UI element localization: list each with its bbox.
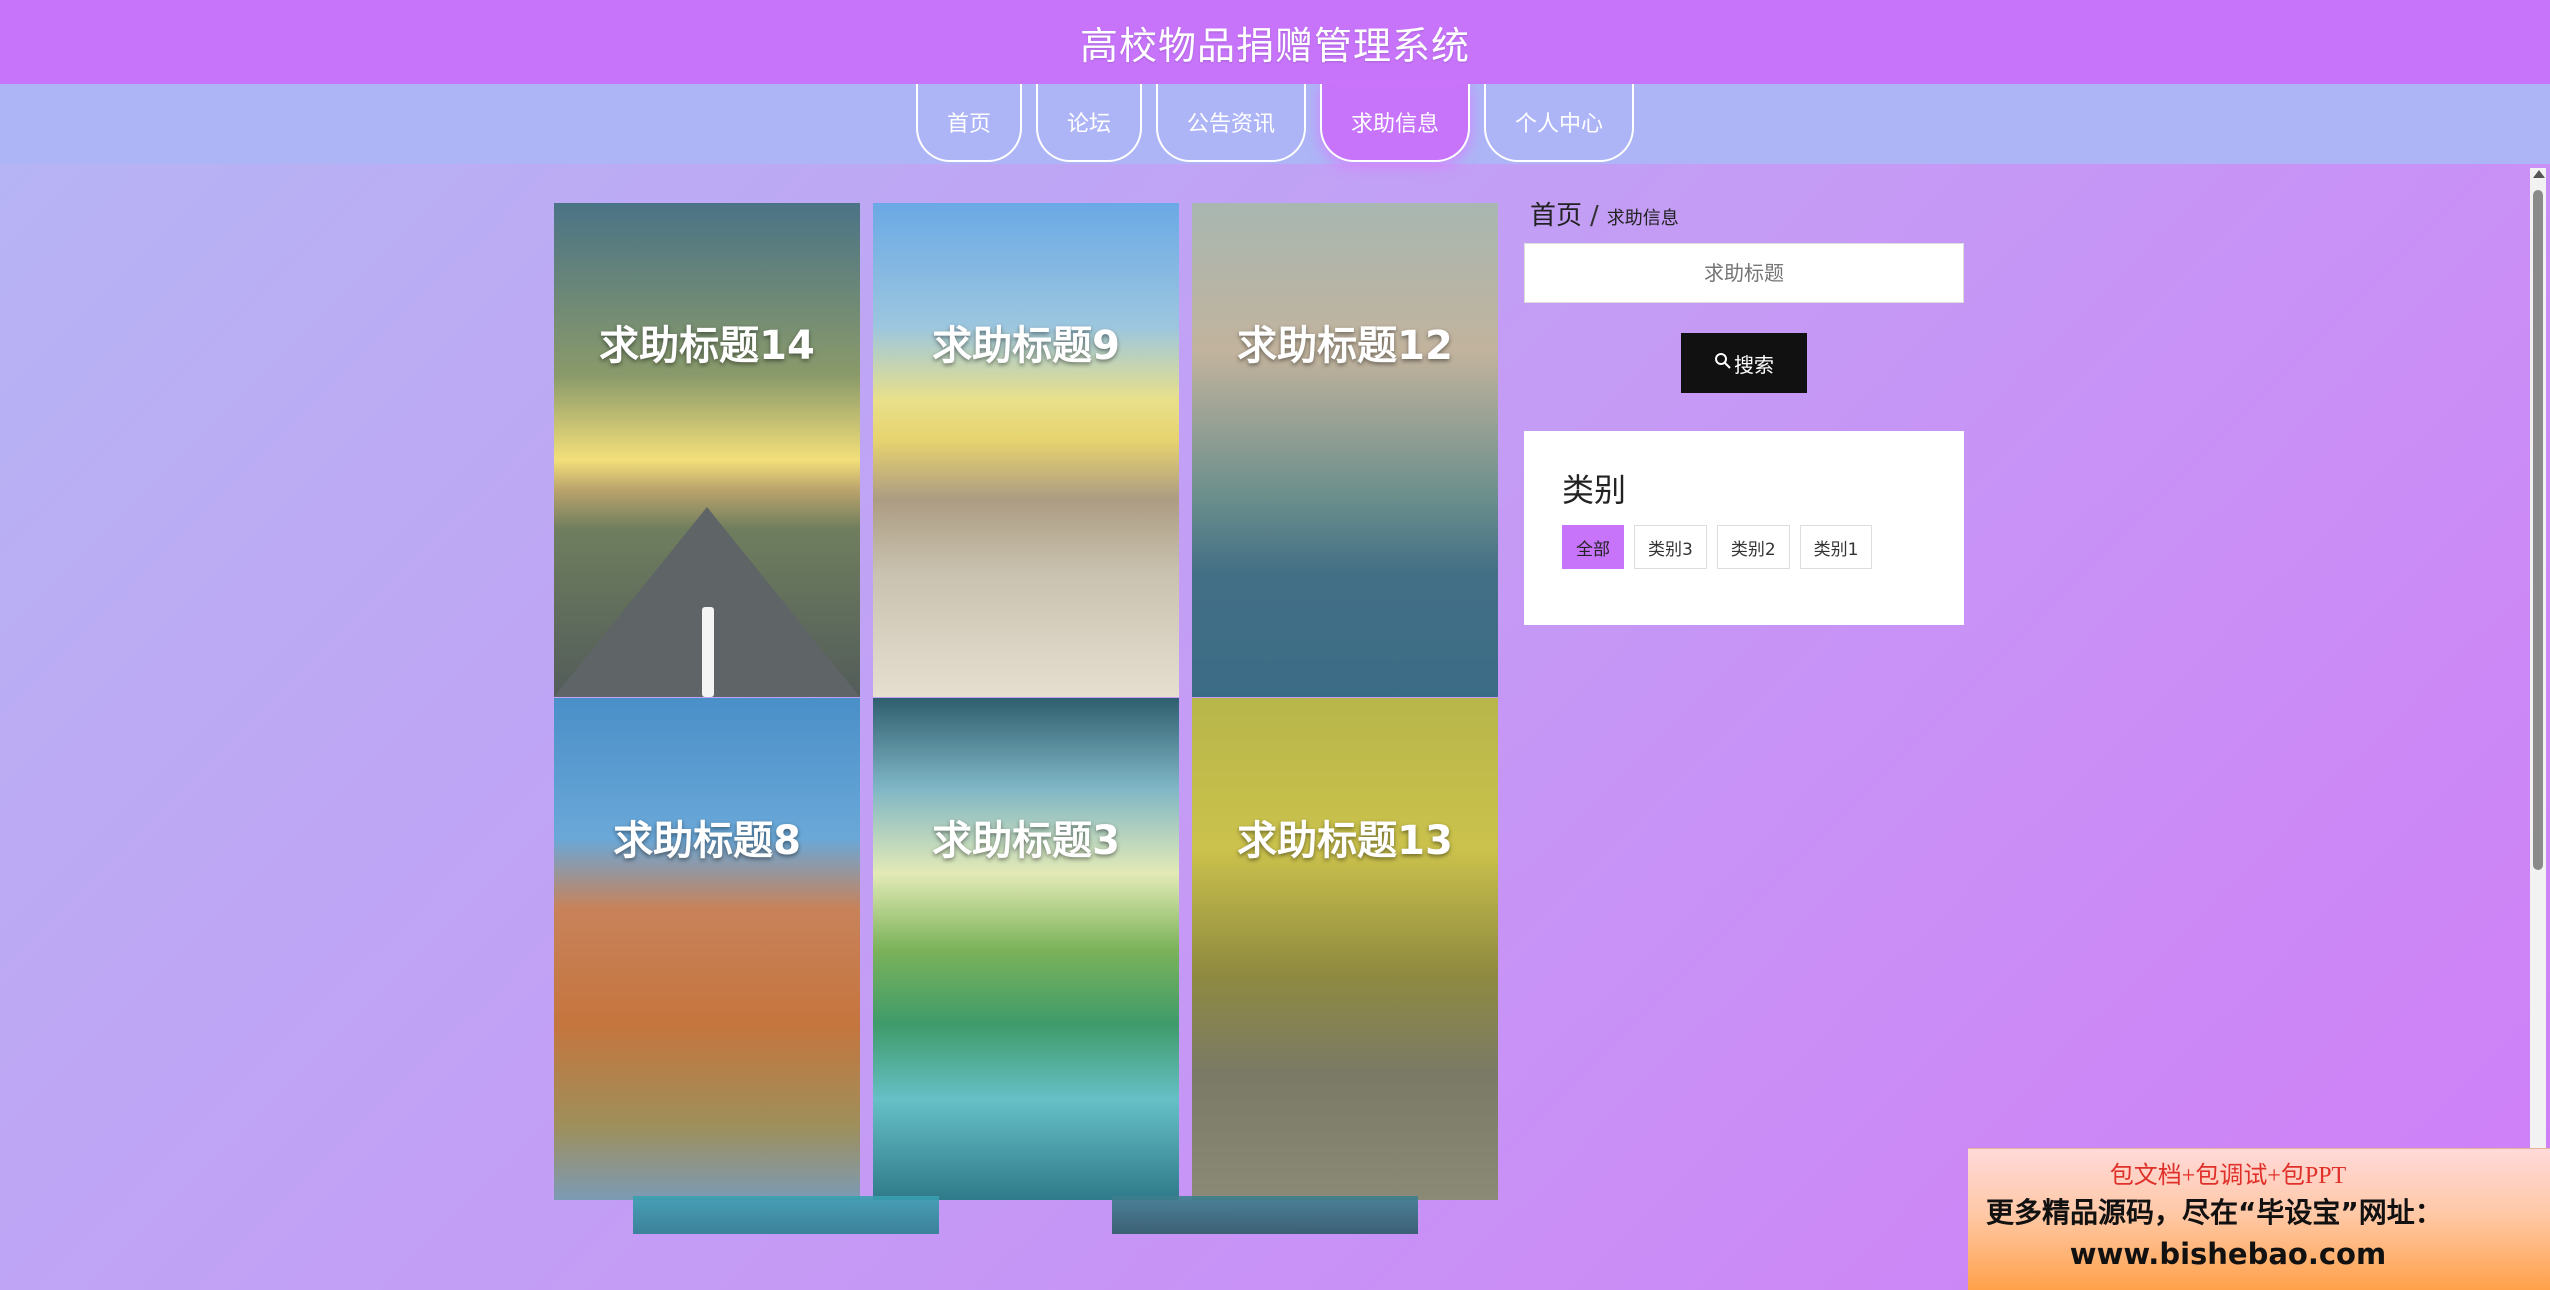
help-card[interactable]: 求助标题3 <box>873 698 1179 1200</box>
card-title: 求助标题9 <box>932 323 1120 369</box>
nav-item-help-info[interactable]: 求助信息 <box>1320 84 1470 162</box>
breadcrumb-home[interactable]: 首页 <box>1530 195 1582 232</box>
breadcrumb: 首页 / 求助信息 <box>1530 195 1679 232</box>
help-card[interactable]: 求助标题13 <box>1192 698 1498 1200</box>
promo-banner: 包文档+包调试+包PPT 更多精品源码，尽在“毕设宝”网址： www.bishe… <box>1968 1148 2550 1290</box>
category-chip-all[interactable]: 全部 <box>1562 525 1624 569</box>
card-title: 求助标题12 <box>1237 323 1453 369</box>
nav-item-profile[interactable]: 个人中心 <box>1484 84 1634 162</box>
scroll-up-arrow-icon[interactable] <box>2533 170 2545 178</box>
nav-item-announcements[interactable]: 公告资讯 <box>1156 84 1306 162</box>
breadcrumb-current: 求助信息 <box>1606 208 1679 229</box>
search-button[interactable]: 搜索 <box>1681 333 1807 393</box>
help-card[interactable]: 求助标题8 <box>554 698 860 1200</box>
nav-item-forum[interactable]: 论坛 <box>1036 84 1142 162</box>
search-button-label: 搜索 <box>1734 354 1774 377</box>
category-list: 全部 类别3 类别2 类别1 <box>1562 525 1926 569</box>
category-chip-3[interactable]: 类别3 <box>1634 525 1707 569</box>
category-title: 类别 <box>1562 471 1627 509</box>
search-input[interactable] <box>1524 243 1964 303</box>
site-title: 高校物品捐赠管理系统 <box>1079 23 1470 68</box>
main-nav: 首页 论坛 公告资讯 求助信息 个人中心 <box>0 84 2550 164</box>
scrollbar-thumb[interactable] <box>2533 190 2543 870</box>
header-bar: 高校物品捐赠管理系统 <box>0 0 2550 84</box>
card-image-road-line <box>702 607 714 697</box>
promo-line-1: 包文档+包调试+包PPT <box>2109 1163 2347 1189</box>
category-panel: 类别 全部 类别3 类别2 类别1 <box>1524 431 1964 625</box>
nav-item-home[interactable]: 首页 <box>916 84 1022 162</box>
promo-line-2: 更多精品源码，尽在“毕设宝”网址： <box>1986 1196 2443 1229</box>
promo-url[interactable]: www.bishebao.com <box>1968 1237 2488 1271</box>
help-card[interactable]: 求助标题12 <box>1192 203 1498 697</box>
card-title: 求助标题14 <box>599 323 815 369</box>
card-partial[interactable] <box>633 1196 939 1234</box>
card-title: 求助标题8 <box>613 818 801 864</box>
card-partial[interactable] <box>1112 1196 1418 1234</box>
card-title: 求助标题3 <box>932 818 1120 864</box>
category-chip-2[interactable]: 类别2 <box>1716 525 1790 569</box>
breadcrumb-separator: / <box>1590 201 1599 231</box>
category-chip-1[interactable]: 类别1 <box>1799 525 1873 569</box>
search-icon <box>1714 352 1732 375</box>
card-title: 求助标题13 <box>1237 818 1453 864</box>
help-card[interactable]: 求助标题14 <box>554 203 860 697</box>
help-card[interactable]: 求助标题9 <box>873 203 1179 697</box>
